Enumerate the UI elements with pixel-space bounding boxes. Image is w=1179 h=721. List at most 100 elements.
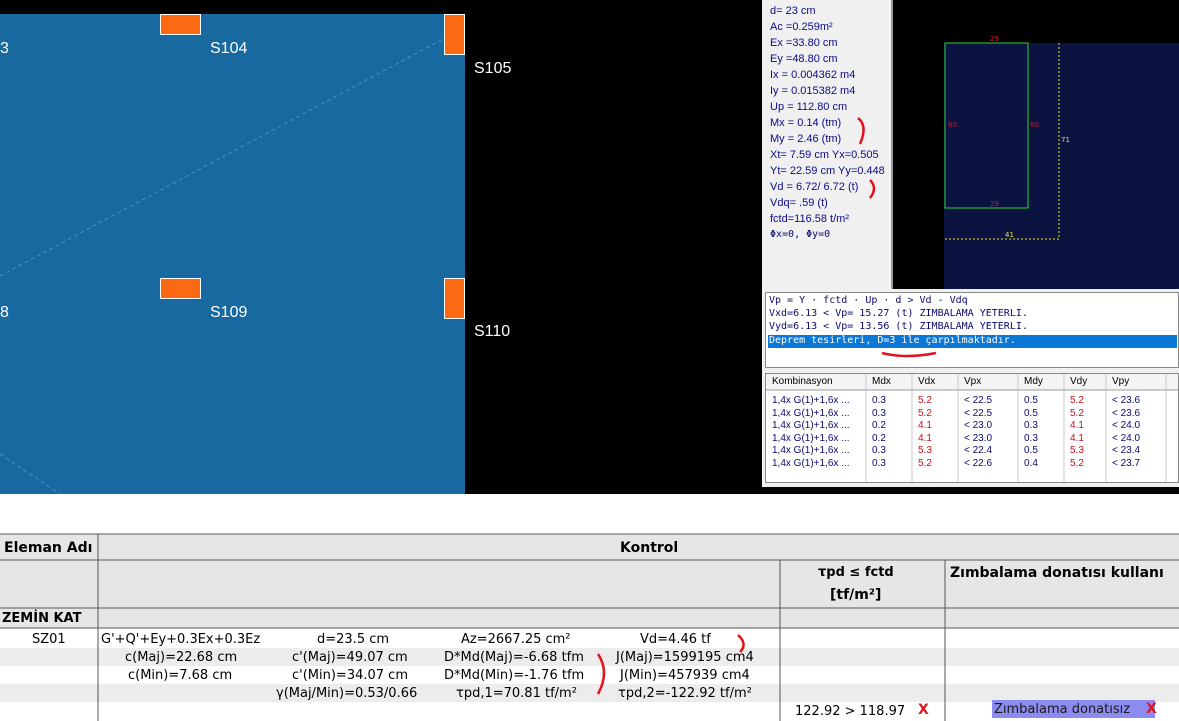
- punching-result: Zımbalama donatısız: [994, 702, 1131, 717]
- grid-cell[interactable]: 0.3: [1024, 420, 1038, 431]
- dim-right: 60: [1030, 121, 1039, 129]
- grid-cell[interactable]: < 22.5: [964, 408, 992, 419]
- grid-cell[interactable]: < 24.0: [1112, 420, 1140, 431]
- grid-cell[interactable]: 0.3: [1024, 433, 1038, 444]
- grid-cell-combination[interactable]: 1,4x G(1)+1,6x ...: [772, 395, 850, 406]
- grid-cell[interactable]: < 23.6: [1112, 408, 1140, 419]
- grid-cell[interactable]: < 22.6: [964, 458, 992, 469]
- dim-bottom: 29: [990, 200, 999, 208]
- dmd-min: D*Md(Min)=-1.76 tfm: [444, 668, 585, 683]
- grid-cell[interactable]: 4.1: [918, 420, 932, 431]
- element-name[interactable]: SZ01: [32, 632, 66, 647]
- gamma-value: γ(Maj/Min)=0.53/0.66: [276, 686, 418, 701]
- grid-cell[interactable]: < 23.4: [1112, 445, 1140, 456]
- column-label-s104: S104: [210, 40, 248, 57]
- grid-header[interactable]: Mdy: [1024, 376, 1043, 387]
- grid-cell[interactable]: 0.3: [872, 458, 886, 469]
- grid-cell[interactable]: < 23.0: [964, 420, 992, 431]
- grid-cell[interactable]: < 22.4: [964, 445, 992, 456]
- grid-cell[interactable]: < 23.6: [1112, 395, 1140, 406]
- grid-cell-combination[interactable]: 1,4x G(1)+1,6x ...: [772, 458, 850, 469]
- grid-cell[interactable]: < 23.0: [964, 433, 992, 444]
- fail-icon: X: [918, 702, 929, 718]
- header-control: Kontrol: [620, 540, 679, 556]
- slab-area[interactable]: [0, 14, 465, 494]
- column-s104[interactable]: [160, 14, 201, 35]
- c-min: c(Min)=7.68 cm: [128, 668, 233, 683]
- header-punching-reinforcement: Zımbalama donatısı kullanı: [950, 565, 1164, 581]
- column-label-s110: S110: [474, 323, 511, 340]
- handwritten-marks: [857, 117, 876, 199]
- grid-cell[interactable]: 0.3: [872, 445, 886, 456]
- handwritten-underline: [881, 351, 937, 358]
- dmd-maj: D*Md(Maj)=-6.68 tfm: [444, 650, 584, 665]
- punching-info-panel: d= 23 cm Ac =0.259m² Ex =33.80 cm Ey =48…: [762, 0, 893, 289]
- grid-cell[interactable]: 4.1: [918, 433, 932, 444]
- grid-header[interactable]: Vpx: [964, 376, 981, 387]
- grid-header[interactable]: Vpy: [1112, 376, 1129, 387]
- grid-header[interactable]: Vdx: [918, 376, 935, 387]
- load-combination: G'+Q'+Ey+0.3Ex+0.3Ez: [101, 632, 261, 647]
- grid-cell[interactable]: 4.1: [1070, 433, 1084, 444]
- grid-cell[interactable]: 0.3: [872, 395, 886, 406]
- column-label-s105: S105: [474, 60, 512, 77]
- c-maj: c(Maj)=22.68 cm: [125, 650, 238, 665]
- grid-cell-combination[interactable]: 1,4x G(1)+1,6x ...: [772, 445, 850, 456]
- column-section-drawing: 29 29 60 60 71 41: [944, 35, 1070, 240]
- grid-cell-combination[interactable]: 1,4x G(1)+1,6x ...: [772, 433, 850, 444]
- grid-cell[interactable]: 5.3: [1070, 445, 1084, 456]
- dim-left: 60: [948, 121, 957, 129]
- cp-min: c'(Min)=34.07 cm: [292, 668, 408, 683]
- floor-name: ZEMİN KAT: [2, 611, 82, 626]
- grid-cell[interactable]: 0.5: [1024, 408, 1038, 419]
- j-maj: J(Maj)=1599195 cm4: [616, 650, 754, 665]
- grid-cell-combination[interactable]: 1,4x G(1)+1,6x ...: [772, 408, 850, 419]
- grid-cell[interactable]: 0.3: [872, 408, 886, 419]
- grid-cell[interactable]: 5.2: [1070, 458, 1084, 469]
- az-value: Az=2667.25 cm²: [461, 632, 571, 647]
- grid-cell[interactable]: 5.3: [918, 445, 932, 456]
- grid-cell[interactable]: < 23.7: [1112, 458, 1140, 469]
- tpd1-value: τpd,1=70.81 tf/m²: [456, 686, 577, 701]
- grid-cell[interactable]: 0.4: [1024, 458, 1038, 469]
- grid-header[interactable]: Vdy: [1070, 376, 1087, 387]
- column-label-partial: 3: [0, 40, 9, 57]
- dim-width: 41: [1005, 231, 1014, 239]
- dim-height: 71: [1061, 136, 1070, 144]
- combination-grid[interactable]: Kombinasyon Mdx Vdx Vpx Mdy Vdy Vpy 1,4x…: [765, 373, 1179, 483]
- grid-cell[interactable]: < 22.5: [964, 395, 992, 406]
- column-label-partial: 8: [0, 304, 9, 321]
- j-min: J(Min)=457939 cm4: [620, 668, 750, 683]
- grid-cell[interactable]: 5.2: [1070, 408, 1084, 419]
- vd-value: Vd=4.46 tf: [640, 632, 711, 647]
- column-s105[interactable]: [444, 14, 465, 55]
- grid-cell[interactable]: 0.5: [1024, 395, 1038, 406]
- grid-cell[interactable]: 0.2: [872, 420, 886, 431]
- tpd2-value: τpd,2=-122.92 tf/m²: [618, 686, 752, 701]
- grid-cell[interactable]: 5.2: [918, 408, 932, 419]
- grid-header[interactable]: Kombinasyon: [772, 376, 833, 387]
- report-table: Eleman Adı Kontrol τpd ≤ fctd [tf/m²] Zı…: [0, 494, 1179, 721]
- grid-cell[interactable]: < 24.0: [1112, 433, 1140, 444]
- report-grid-lines: [0, 533, 1179, 721]
- fail-icon: X: [1146, 701, 1157, 717]
- column-s109[interactable]: [160, 278, 201, 299]
- tau-check: 122.92 > 118.97: [795, 704, 906, 719]
- grid-header[interactable]: Mdx: [872, 376, 891, 387]
- header-tau-unit: [tf/m²]: [830, 587, 882, 603]
- grid-cell[interactable]: 5.2: [918, 458, 932, 469]
- header-element-name: Eleman Adı: [4, 540, 93, 556]
- grid-cell[interactable]: 5.2: [918, 395, 932, 406]
- grid-cell[interactable]: 5.2: [1070, 395, 1084, 406]
- grid-cell[interactable]: 0.5: [1024, 445, 1038, 456]
- grid-cell-combination[interactable]: 1,4x G(1)+1,6x ...: [772, 420, 850, 431]
- d-value: d=23.5 cm: [317, 632, 390, 647]
- cp-maj: c'(Maj)=49.07 cm: [292, 650, 408, 665]
- column-s110[interactable]: [444, 278, 465, 319]
- formula-box[interactable]: Vp = Y · fctd · Up · d > Vd - Vdq Vxd=6.…: [765, 292, 1179, 368]
- grid-cell[interactable]: 0.2: [872, 433, 886, 444]
- grid-cell[interactable]: 4.1: [1070, 420, 1084, 431]
- column-label-s109: S109: [210, 304, 248, 321]
- slab-diagonal: [0, 37, 446, 494]
- dim-top: 29: [990, 35, 999, 43]
